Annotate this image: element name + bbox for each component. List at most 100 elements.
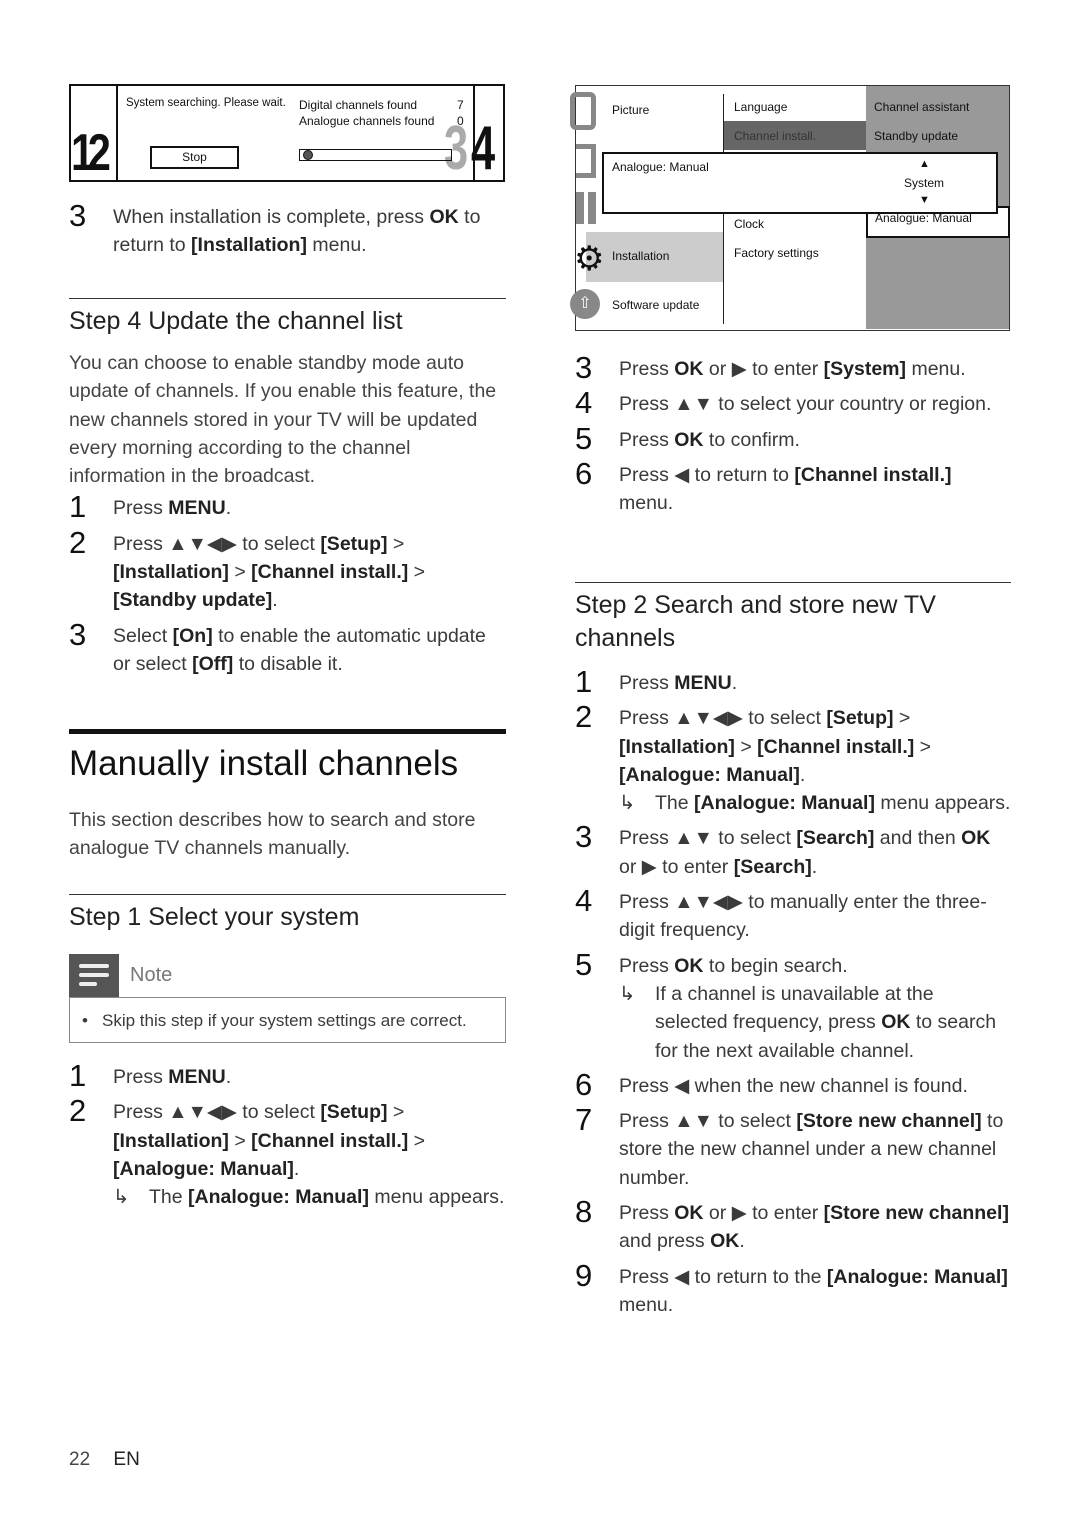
text-segment: Press ▲▼◀▶ to select — [113, 532, 321, 555]
menu-item-channel-assistant[interactable]: Channel assistant — [874, 100, 969, 114]
text-segment: Press — [113, 1066, 169, 1088]
text-segment: and then — [874, 827, 962, 850]
step-number: 1 — [575, 664, 593, 699]
text-segment: > — [228, 561, 252, 584]
menu-item-standby-update[interactable]: Standby update — [874, 129, 958, 143]
channel-digits-left: 12 — [71, 124, 111, 182]
keyword: [Channel install.] — [251, 1129, 409, 1152]
text-segment: menu appears. — [368, 1186, 505, 1209]
keyword: OK — [961, 827, 991, 850]
step-number: 1 — [69, 1058, 87, 1093]
menu-item-factory-settings[interactable]: Factory settings — [734, 246, 819, 260]
language-code: EN — [113, 1449, 140, 1470]
analogue-channels-count: 0 — [457, 114, 464, 128]
menu-item-installation[interactable]: Installation — [612, 249, 669, 263]
step-list: 1 Press MENU. 2 Press ▲▼◀▶ to select [Setup… — [575, 665, 1011, 1320]
step-item: 8 Press OK or ▶ to enter [Store new chann… — [575, 1195, 1011, 1256]
keyword: MENU — [674, 672, 732, 694]
text-segment: . — [272, 589, 278, 612]
popup-value[interactable]: System — [904, 176, 944, 190]
keyword: [Setup] — [826, 707, 894, 730]
step-list: 1 Press MENU. 2 Press ▲▼◀▶ to select [Setup… — [69, 490, 506, 679]
step-result: ↳ The [Analogue: Manual] menu appears. — [113, 1183, 506, 1211]
sound-icon — [576, 144, 596, 178]
text-segment: or ▶ to enter — [703, 358, 824, 380]
text-segment: Press ▲▼◀▶ to select — [113, 1101, 321, 1124]
left-top-section: 3 When installation is complete, press OK… — [69, 199, 506, 267]
gear-icon: ⚙ — [574, 240, 605, 278]
step-item: 1 Press MENU. — [575, 665, 1011, 699]
menu-item-software-update[interactable]: Software update — [612, 298, 699, 312]
text-segment: Press ◀ to return to — [619, 463, 795, 486]
divider — [575, 582, 1011, 583]
keyword: [Channel install.] — [251, 561, 409, 584]
digital-channels-count: 7 — [457, 98, 464, 112]
menu-item-picture[interactable]: Picture — [612, 103, 649, 117]
result-arrow-icon: ↳ — [619, 982, 636, 1005]
step-item: 3 When installation is complete, press OK… — [69, 199, 506, 260]
keyword: [Analogue: Manual] — [188, 1186, 369, 1209]
step-text: Press MENU. — [113, 1063, 506, 1091]
keyword: [Setup] — [320, 1101, 388, 1124]
keyword: [Installation] — [191, 234, 307, 257]
note-title: Note — [130, 964, 173, 986]
step-text: Press MENU. — [619, 669, 1011, 697]
step-list: 1 Press MENU. 2 Press ▲▼◀▶ to select [Setup… — [69, 1059, 506, 1211]
step-text: Press ▲▼ to select your country or regio… — [619, 390, 1011, 418]
note-icon — [69, 954, 119, 997]
down-arrow-icon[interactable]: ▼ — [919, 194, 930, 206]
keyword: [Installation] — [113, 561, 229, 584]
setup-menu-screen: ⚙ ⇧ Picture Installation Software update… — [570, 85, 1010, 331]
text-segment: menu appears. — [874, 792, 1011, 815]
step-number: 7 — [575, 1102, 593, 1138]
popup-title: Analogue: Manual — [612, 160, 709, 174]
analogue-manual-popup: Analogue: Manual ▲ System ▼ — [602, 152, 998, 214]
text-segment: > — [914, 735, 932, 758]
text-segment: > — [387, 532, 405, 555]
step-item: 4 Press ▲▼◀▶ to manually enter the three-… — [575, 884, 1011, 945]
text-segment: Press ▲▼◀▶ to manually enter the three-d… — [619, 891, 987, 942]
note-box: Note Skip this step if your system setti… — [69, 954, 506, 1043]
up-arrow-icon[interactable]: ▲ — [919, 158, 930, 170]
text-segment: . — [225, 497, 232, 520]
text-segment: Press — [113, 497, 169, 520]
step-text: Press ▲▼◀▶ to select [Setup] > [Installa… — [113, 1098, 506, 1183]
text-segment: menu. — [906, 358, 966, 380]
keyword: MENU — [168, 497, 226, 520]
keyword: OK — [674, 954, 704, 977]
menu-item-channel-install[interactable]: Channel install. — [734, 129, 816, 143]
step-list: 3 When installation is complete, press OK… — [69, 199, 506, 260]
text-segment: The — [655, 792, 695, 815]
keyword: [Search] — [796, 827, 875, 850]
step-text: Select [On] to enable the automatic upda… — [113, 622, 506, 679]
keyword: [Analogue: Manual] — [826, 1265, 1008, 1288]
keyword: [Search] — [733, 855, 812, 878]
menu-item-clock[interactable]: Clock — [734, 217, 764, 231]
step-item: 9 Press ◀ to return to the [Analogue: Man… — [575, 1258, 1011, 1320]
text-segment: Press — [619, 428, 675, 451]
keyword: [Setup] — [320, 532, 388, 555]
text-segment: Press ▲▼◀▶ to select — [619, 707, 827, 730]
step-number: 2 — [69, 1093, 87, 1129]
note-text: Skip this step if your system settings a… — [69, 997, 506, 1043]
keyword: [On] — [172, 624, 213, 647]
step-text: When installation is complete, press OK … — [113, 203, 506, 260]
step-text: Press ▲▼ to select [Search] and then OK … — [619, 824, 1011, 881]
step-text: Press OK to begin search. — [619, 952, 1011, 980]
digital-channels-label: Digital channels found — [299, 98, 418, 112]
text-segment: menu. — [306, 234, 367, 257]
text-segment: menu. — [619, 1293, 674, 1316]
text-segment: > — [228, 1129, 252, 1152]
step-text: Press ◀ to return to the [Analogue: Manu… — [619, 1263, 1011, 1320]
step2-section: Step 2 Search and store new TV channels … — [575, 582, 1011, 1326]
text-segment: . — [739, 1230, 745, 1253]
menu-item-language[interactable]: Language — [734, 100, 787, 114]
step-number: 5 — [575, 420, 593, 456]
text-segment: Press — [619, 358, 675, 380]
step-list: 3 Press OK or ▶ to enter [System] menu. 4 P… — [575, 351, 1011, 517]
features-icon — [576, 192, 596, 224]
keyword: [Analogue: Manual] — [113, 1157, 294, 1180]
stop-button[interactable]: Stop — [150, 146, 239, 169]
text-segment: Press — [619, 1202, 675, 1225]
step-number: 9 — [575, 1257, 593, 1293]
